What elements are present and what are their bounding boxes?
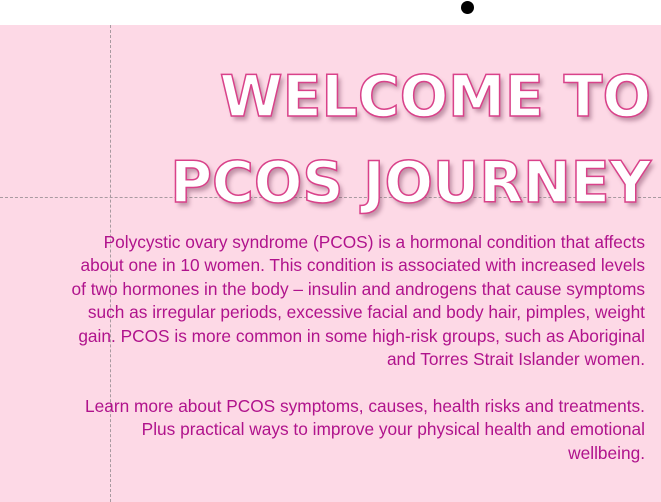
paragraph-1-line: Polycystic ovary syndrome (PCOS) is a ho… <box>103 232 645 252</box>
paragraph-1-line: such as irregular periods, excessive fac… <box>87 302 645 323</box>
title-line-1: WELCOME TO <box>219 63 652 131</box>
paragraph-2-line: Plus practical ways to improve your phys… <box>141 419 645 440</box>
top-bar <box>0 0 661 25</box>
paragraph-2-line: wellbeing. <box>568 442 645 463</box>
paragraph-1-line: and Torres Strait Islander women. <box>386 349 645 370</box>
page-title[interactable]: WELCOME TO PCOS JOURNEY <box>11 54 652 226</box>
slide-page: WELCOME TO PCOS JOURNEY Polycystic ovary… <box>0 0 661 502</box>
intro-text-box[interactable]: Polycystic ovary syndrome (PCOS) is a ho… <box>5 231 646 465</box>
paragraph-1-line: about one in 10 women. This condition is… <box>80 255 645 276</box>
paragraph-1-line: gain. PCOS is more common in some high-r… <box>78 325 645 346</box>
paragraph-1-line: of two hormones in the body – insulin an… <box>71 278 646 299</box>
camera-dot-icon <box>461 1 474 14</box>
paragraph-2-line: Learn more about PCOS symptoms, causes, … <box>85 395 645 416</box>
title-line-2: PCOS JOURNEY <box>170 149 652 217</box>
